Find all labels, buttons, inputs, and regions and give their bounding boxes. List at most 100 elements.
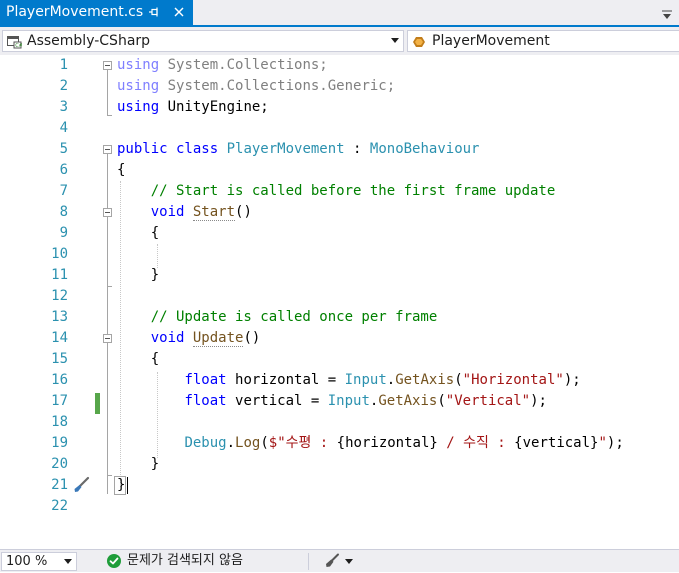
code-text: { [117, 351, 160, 367]
line-number: 11 [51, 267, 68, 283]
code-line: 11 } [0, 265, 679, 286]
base-type-token: MonoBehaviour [369, 141, 480, 157]
paintbrush-icon[interactable] [72, 476, 90, 494]
code-line: 2 using System.Collections.Generic; [0, 76, 679, 97]
punctuation-token: () [235, 204, 252, 220]
collapse-icon[interactable] [103, 334, 112, 343]
code-text: } [117, 456, 160, 472]
code-text: float vertical = Input.GetAxis("Vertical… [117, 391, 547, 412]
code-line: 14 void Update() [0, 328, 679, 349]
code-line: 10 [0, 244, 679, 265]
code-text: using UnityEngine; [117, 97, 269, 118]
tab-list-dropdown-icon[interactable] [661, 6, 673, 19]
code-text: public class PlayerMovement : MonoBehavi… [117, 139, 479, 160]
text-caret [127, 477, 128, 494]
code-line: 13 // Update is called once per frame [0, 307, 679, 328]
interpolation-token: {vertical} [514, 435, 599, 451]
code-line: 7 // Start is called before the first fr… [0, 181, 679, 202]
keyword-token: using [117, 57, 160, 73]
code-line: 9 { [0, 223, 679, 244]
keyword-token: void [150, 204, 185, 220]
code-cleanup-brush-icon[interactable] [323, 553, 340, 569]
line-number: 17 [51, 393, 68, 409]
line-number: 22 [51, 498, 68, 514]
line-number: 9 [59, 225, 68, 241]
code-text: { [117, 162, 126, 178]
line-number: 19 [51, 435, 68, 451]
code-text: } [117, 267, 160, 283]
keyword-token: using [117, 78, 160, 94]
line-number: 6 [59, 162, 68, 178]
line-number: 12 [51, 288, 68, 304]
code-line: 1 using System.Collections; [0, 55, 679, 76]
punctuation-token: ( [260, 435, 269, 451]
punctuation-token: . [386, 372, 396, 388]
variable-token: horizontal = [226, 372, 345, 388]
string-token: "Vertical" [445, 393, 531, 409]
punctuation-token: () [243, 330, 261, 346]
csharp-project-icon: C# [6, 34, 23, 49]
tab-player-movement[interactable]: PlayerMovement.cs [0, 0, 193, 25]
string-token: / 수직 : [437, 435, 515, 451]
code-text: void Start() [117, 202, 252, 223]
type-dropdown[interactable]: PlayerMovement [407, 30, 679, 52]
keyword-token: class [167, 141, 227, 157]
code-line: 3 using UnityEngine; [0, 97, 679, 118]
collapse-icon[interactable] [103, 145, 112, 154]
line-number: 5 [59, 141, 68, 157]
issues-status-text[interactable]: 문제가 검색되지 않음 [127, 553, 243, 569]
zoom-dropdown[interactable]: 100 % [1, 552, 77, 571]
project-dropdown[interactable]: C# Assembly-CSharp [2, 30, 404, 52]
comment-token: // Update is called once per frame [117, 309, 438, 325]
line-number: 18 [51, 414, 68, 430]
collapse-icon[interactable] [103, 61, 112, 70]
line-number: 16 [51, 372, 68, 388]
method-name-token[interactable]: Start [192, 204, 236, 221]
pin-icon[interactable] [147, 3, 161, 21]
status-separator [308, 553, 309, 570]
line-number: 4 [59, 120, 68, 136]
namespace-token: UnityEngine; [159, 99, 269, 115]
project-name: Assembly-CSharp [27, 33, 151, 49]
line-number: 10 [51, 246, 68, 262]
method-call-token: GetAxis [378, 393, 438, 409]
code-line: 15 { [0, 349, 679, 370]
document-tab-strip: PlayerMovement.cs [0, 0, 679, 27]
code-text: { [117, 225, 160, 241]
keyword-token: void [150, 330, 185, 346]
string-token: "Horizontal" [462, 372, 564, 388]
chevron-down-icon [64, 559, 72, 564]
tab-title: PlayerMovement.cs [6, 4, 144, 20]
namespace-token: System.Collections.Generic; [159, 78, 396, 94]
namespace-token: System.Collections; [159, 57, 328, 73]
interpolation-token: {horizontal} [336, 435, 438, 451]
line-number: 3 [59, 99, 68, 115]
punctuation-token: . [226, 435, 236, 451]
check-circle-icon[interactable] [106, 553, 122, 569]
class-name: PlayerMovement [432, 33, 550, 49]
code-line: 20 } [0, 454, 679, 475]
line-number: 20 [51, 456, 68, 472]
punctuation-token: ( [454, 372, 463, 388]
line-number: 15 [51, 351, 68, 367]
punctuation-token: ( [437, 393, 446, 409]
code-line: 4 [0, 118, 679, 139]
code-line: 17 float vertical = Input.GetAxis("Verti… [0, 391, 679, 412]
code-text: using System.Collections.Generic; [117, 76, 395, 97]
method-name-token[interactable]: Update [192, 330, 244, 347]
type-token: Input [327, 393, 370, 409]
code-text: } [117, 477, 126, 493]
code-editor[interactable]: 1 using System.Collections; 2 using Syst… [0, 55, 679, 549]
close-icon[interactable] [171, 2, 187, 22]
collapse-icon[interactable] [103, 208, 112, 217]
code-line: 5 public class PlayerMovement : MonoBeha… [0, 139, 679, 160]
code-line-current: 21 } [0, 475, 679, 496]
chevron-down-icon[interactable] [345, 559, 353, 564]
code-line: 16 float horizontal = Input.GetAxis("Hor… [0, 370, 679, 391]
zoom-level: 100 % [6, 554, 48, 569]
code-text: Debug.Log($"수평 : {horizontal} / 수직 : {ve… [117, 433, 623, 454]
